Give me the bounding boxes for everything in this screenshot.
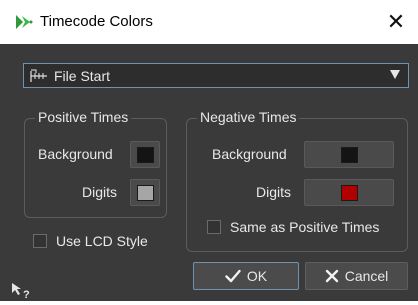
same-as-positive-checkbox[interactable]: [207, 220, 221, 234]
same-as-positive-label: Same as Positive Times: [230, 219, 380, 235]
timecode-format-dropdown[interactable]: File Start: [23, 63, 409, 88]
negative-background-swatch: [341, 147, 358, 163]
positive-background-label: Background: [38, 146, 113, 162]
close-button[interactable]: ✕: [382, 8, 410, 36]
app-logo-icon: [14, 13, 34, 31]
ok-label: OK: [246, 268, 268, 284]
x-icon: [325, 269, 339, 283]
dropdown-value: File Start: [54, 67, 111, 84]
negative-background-color-button[interactable]: [304, 141, 394, 168]
negative-background-label: Background: [212, 146, 287, 162]
positive-digits-swatch: [137, 185, 154, 201]
positive-background-color-button[interactable]: [130, 141, 160, 168]
close-icon: ✕: [386, 9, 406, 34]
negative-digits-swatch: [341, 185, 358, 201]
positive-background-swatch: [137, 147, 154, 163]
positive-digits-label: Digits: [82, 184, 118, 200]
timecode-colors-dialog: Timecode Colors ✕ File Start Positive Ti…: [0, 0, 418, 301]
context-help-button[interactable]: ?: [10, 280, 36, 301]
use-lcd-style-label: Use LCD Style: [56, 233, 148, 249]
ok-button[interactable]: OK: [193, 262, 299, 290]
help-arrow-icon: ?: [12, 283, 30, 301]
title-bar: Timecode Colors ✕: [0, 0, 418, 44]
cancel-label: Cancel: [344, 268, 389, 284]
negative-digits-color-button[interactable]: [304, 179, 394, 206]
cancel-button[interactable]: Cancel: [305, 262, 408, 290]
negative-times-title: Negative Times: [197, 109, 300, 125]
file-start-icon: [30, 69, 48, 83]
use-lcd-style-checkbox[interactable]: [33, 234, 47, 248]
svg-text:?: ?: [23, 289, 30, 300]
checkmark-icon: [225, 269, 241, 283]
positive-digits-color-button[interactable]: [130, 179, 160, 206]
negative-digits-label: Digits: [256, 184, 292, 200]
positive-times-title: Positive Times: [35, 109, 132, 125]
chevron-down-icon: [390, 70, 400, 79]
window-title: Timecode Colors: [40, 13, 153, 30]
